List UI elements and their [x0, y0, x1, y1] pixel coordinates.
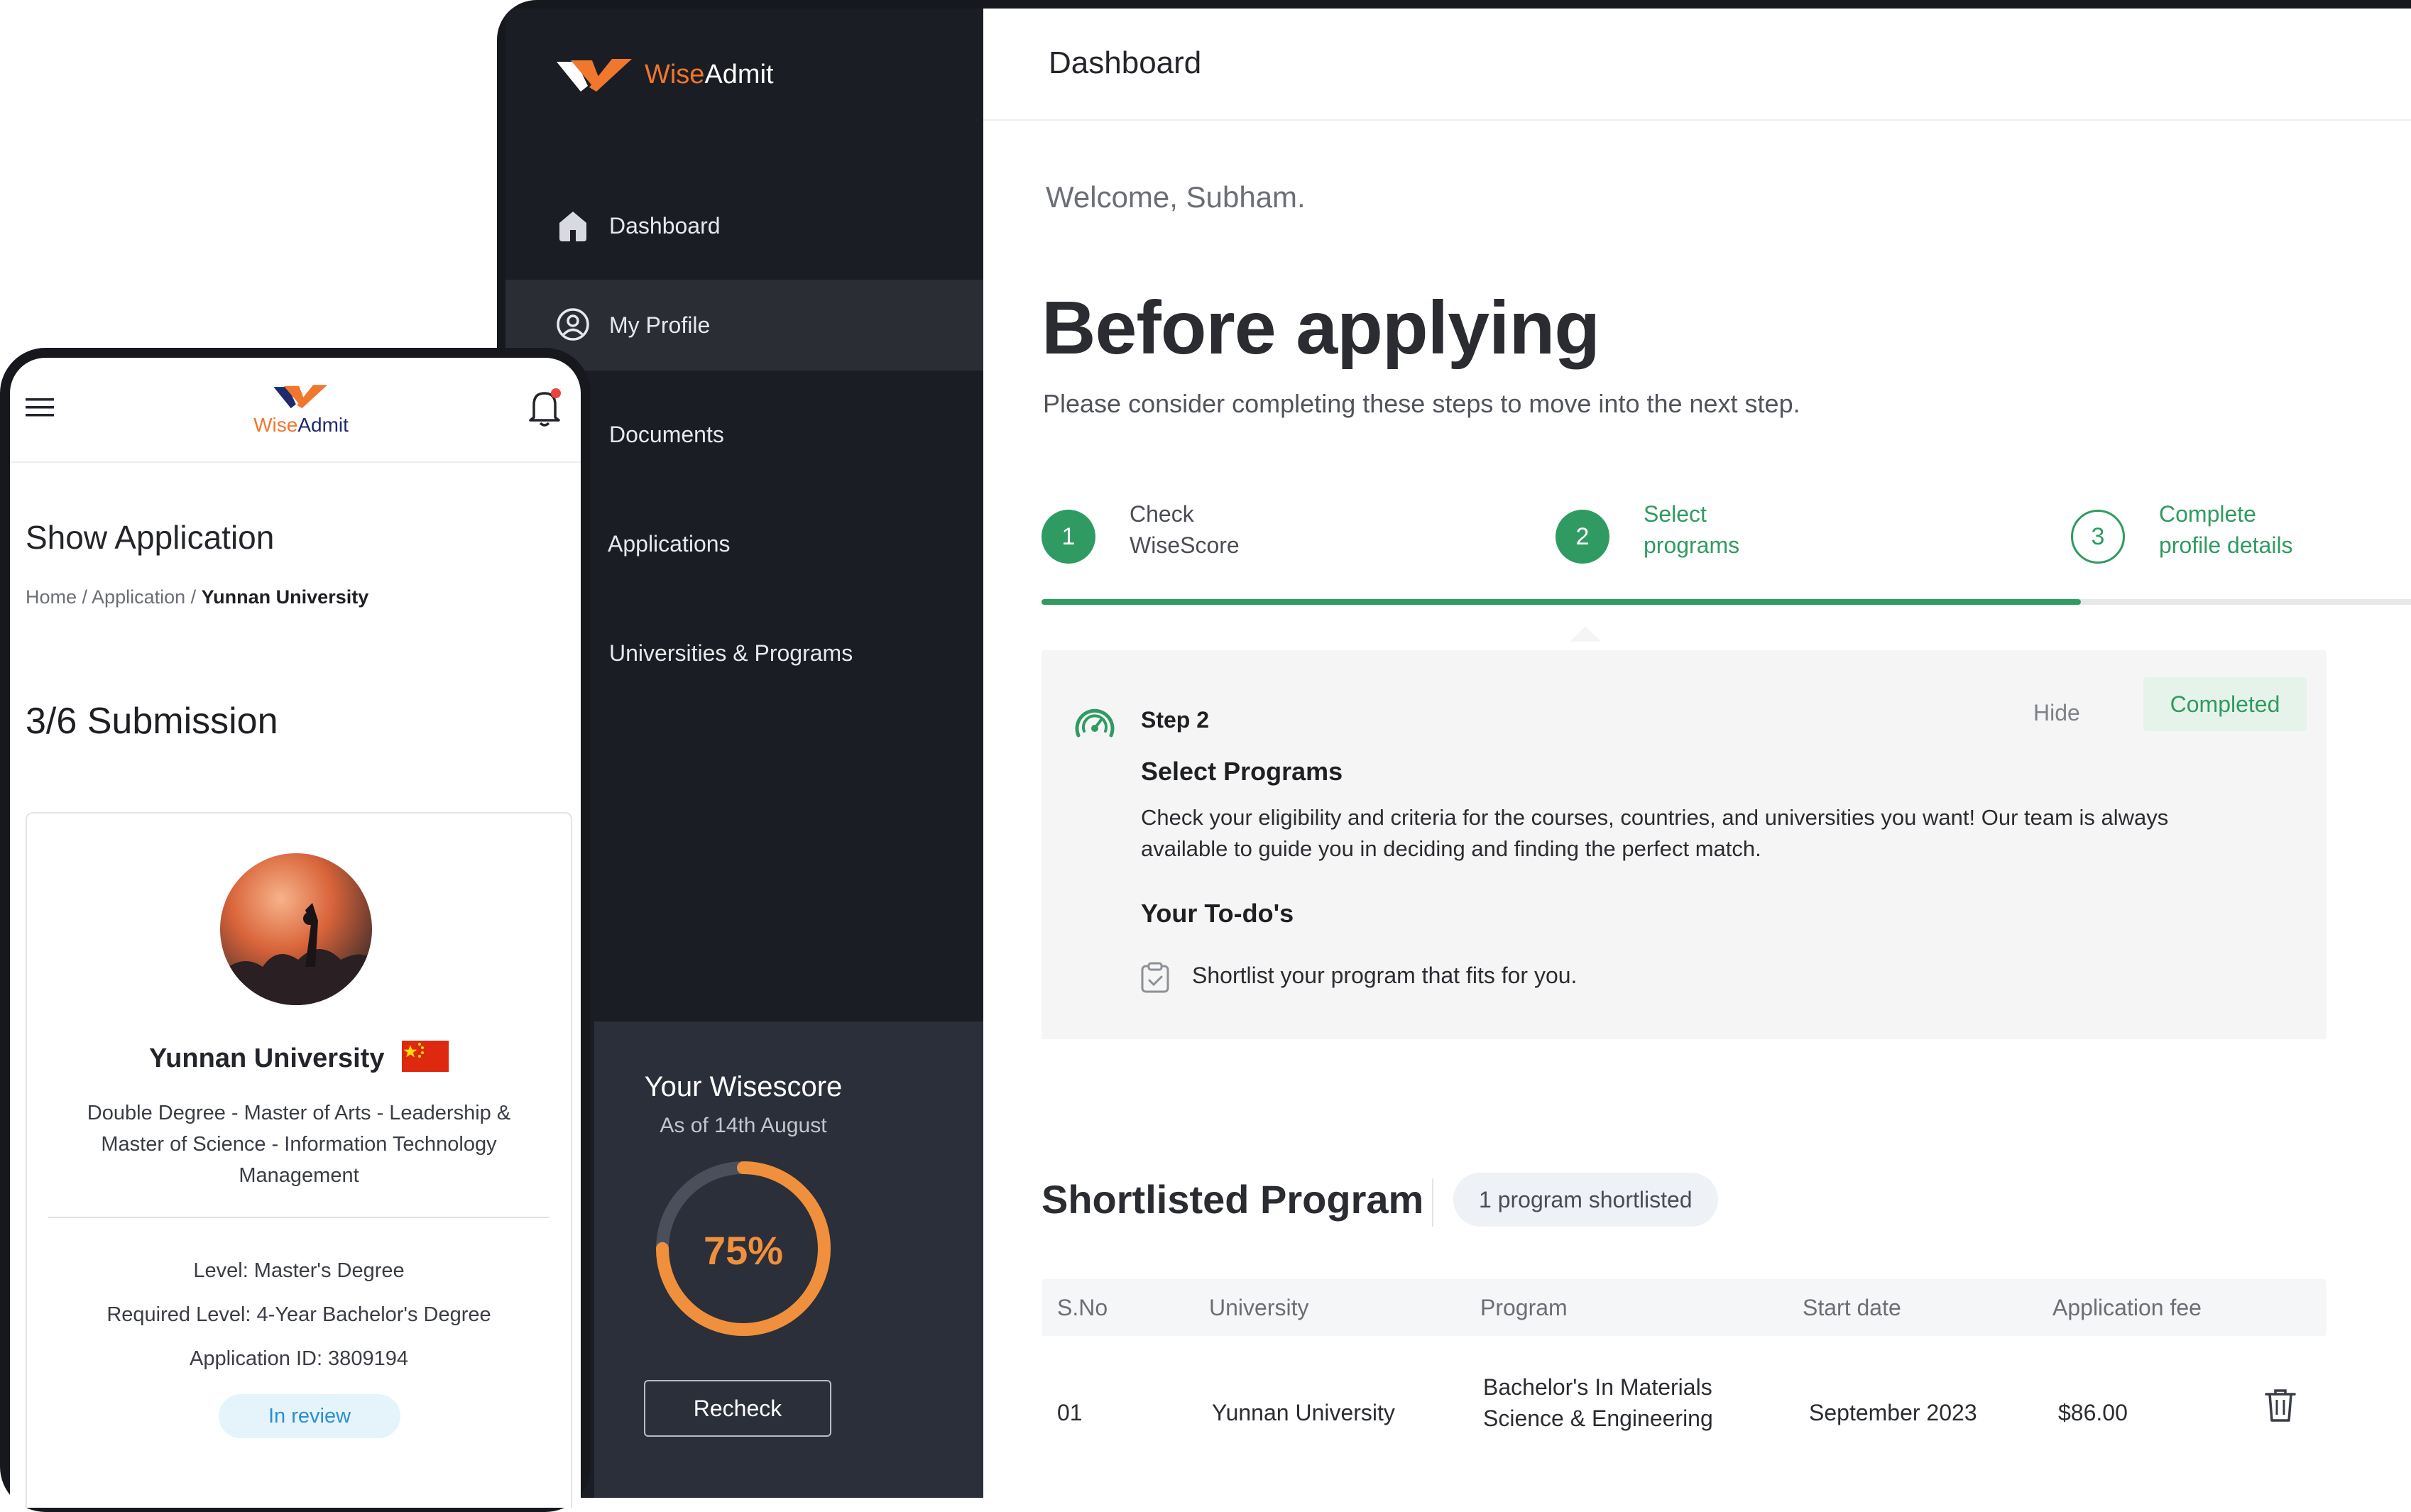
main-panel: Dashboard Welcome, Subham. Before applyi… — [983, 9, 2411, 1498]
wiseadmit-logo-icon — [273, 385, 328, 409]
todo-item: Shortlist your program that fits for you… — [1192, 963, 1578, 988]
hero-title: Before applying — [1042, 286, 1600, 370]
cell-program-line: Science & Engineering — [1483, 1406, 1713, 1431]
card-divider — [48, 1217, 550, 1218]
logo-text-wise: Wise — [645, 59, 705, 89]
shortlist-title: Shortlisted Program — [1042, 1177, 1424, 1222]
hide-button[interactable]: Hide — [2033, 700, 2080, 726]
mobile-page-title: Show Application — [26, 519, 275, 556]
cell-fee: $86.00 — [2058, 1400, 2128, 1425]
university-avatar — [220, 853, 372, 1005]
step-card-step-label: Step 2 — [1141, 707, 1210, 733]
step-label: Complete profile details — [2159, 498, 2344, 561]
step-card: Step 2 Hide Completed Select Programs Ch… — [1042, 650, 2327, 1039]
step-label-line: Complete — [2159, 501, 2256, 527]
step-label-line: profile details — [2159, 532, 2293, 558]
step-number: 2 — [1556, 510, 1609, 564]
cell-university: Yunnan University — [1212, 1400, 1395, 1425]
sidebar-item-label: My Profile — [609, 312, 711, 338]
column-header: Program — [1480, 1295, 1568, 1320]
gauge-icon — [1071, 700, 1118, 750]
column-header: University — [1209, 1295, 1309, 1320]
phone-screen: WiseAdmit Show Application Home / Applic… — [10, 358, 581, 1508]
step-card-description: Check your eligibility and criteria for … — [1141, 805, 2169, 861]
step-card-title: Select Programs — [1141, 757, 1343, 786]
sidebar-item-label: Documents — [609, 421, 724, 447]
submission-progress: 3/6 Submission — [26, 701, 278, 742]
sidebar-item-label: Applications — [608, 530, 731, 557]
shortlist-count-pill: 1 program shortlisted — [1453, 1173, 1718, 1227]
logo-text-admit: Admit — [704, 59, 774, 89]
column-header: Application fee — [2052, 1295, 2202, 1320]
clipboard-check-icon[interactable] — [1139, 961, 1171, 997]
phone-frame: WiseAdmit Show Application Home / Applic… — [0, 348, 591, 1512]
wisescore-title: Your Wisescore — [644, 1071, 843, 1102]
cell-start-date: September 2023 — [1809, 1400, 1977, 1425]
university-name-text: Yunnan University — [148, 1043, 385, 1074]
step-label: Select programs — [1644, 498, 1828, 561]
desktop-frame: Wise Admit Dashboard My Profile Documents… — [497, 0, 2411, 1498]
sidebar-item-label: Universities & Programs — [609, 640, 853, 666]
step-number: 1 — [1042, 510, 1095, 564]
recheck-button[interactable]: Recheck — [644, 1380, 831, 1437]
hamburger-menu-icon[interactable] — [26, 396, 54, 422]
mobile-logo[interactable]: WiseAdmit — [209, 382, 393, 437]
sidebar-logo[interactable]: Wise Admit — [555, 55, 774, 94]
breadcrumb-home[interactable]: Home / — [26, 586, 87, 608]
user-circle-icon — [555, 307, 591, 348]
column-header: Start date — [1803, 1295, 1901, 1320]
logo-text-admit: Admit — [297, 414, 349, 436]
cell-sno: 01 — [1057, 1400, 1083, 1425]
breadcrumb: Home / Application / Yunnan University — [26, 586, 368, 608]
sidebar-item-label: Dashboard — [609, 212, 721, 239]
main-header: Dashboard — [983, 9, 2411, 121]
status-badge: In review — [219, 1394, 400, 1438]
required-level-text: Required Level: 4-Year Bachelor's Degree — [106, 1303, 491, 1326]
mobile-header: WiseAdmit — [10, 358, 581, 463]
table-header: S.No University Program Start date Appli… — [1042, 1279, 2327, 1336]
wisescore-date: As of 14th August — [660, 1114, 827, 1137]
step-number: 3 — [2071, 510, 2125, 564]
step-label-line: Select — [1644, 501, 1707, 527]
shortlist-divider — [1432, 1178, 1433, 1227]
breadcrumb-application[interactable]: Application / — [92, 586, 196, 608]
step-label-line: Check — [1130, 501, 1194, 527]
column-header: S.No — [1057, 1295, 1108, 1320]
step-label-line: WiseScore — [1130, 532, 1240, 558]
breadcrumb-current: Yunnan University — [201, 586, 369, 608]
home-icon — [555, 207, 591, 248]
logo-text-wise: Wise — [253, 414, 298, 436]
cell-program-line: Bachelor's In Materials — [1483, 1374, 1712, 1400]
china-flag-icon — [402, 1041, 449, 1079]
welcome-text: Welcome, Subham. — [1046, 180, 1306, 214]
application-card: Yunnan University Double Degree - Master… — [26, 812, 572, 1508]
level-text: Level: Master's Degree — [193, 1259, 405, 1282]
table-row[interactable]: 01 Yunnan University Bachelor's In Mater… — [1042, 1371, 2327, 1464]
step-card-pointer — [1570, 626, 1601, 642]
steps-progress-bar — [1042, 599, 2411, 605]
step-label: Check WiseScore — [1130, 498, 1314, 561]
university-name: Yunnan University — [27, 1041, 571, 1079]
todo-heading: Your To-do's — [1141, 899, 1294, 928]
notification-bell-icon[interactable] — [527, 386, 564, 432]
wiseadmit-logo-icon — [557, 59, 632, 92]
completed-badge: Completed — [2143, 677, 2307, 731]
steps-progress-fill — [1042, 599, 2082, 605]
step-label-line: programs — [1644, 532, 1740, 558]
wisescore-percent: 75% — [703, 1228, 784, 1273]
trash-icon[interactable] — [2263, 1387, 2298, 1428]
hero-subtitle: Please consider completing these steps t… — [1043, 389, 1800, 418]
page-title: Dashboard — [1049, 45, 1202, 80]
cell-program: Bachelor's In Materials Science & Engine… — [1483, 1371, 1713, 1434]
program-name: Double Degree - Master of Arts - Leaders… — [87, 1102, 511, 1187]
application-id-text: Application ID: 3809194 — [190, 1347, 408, 1370]
